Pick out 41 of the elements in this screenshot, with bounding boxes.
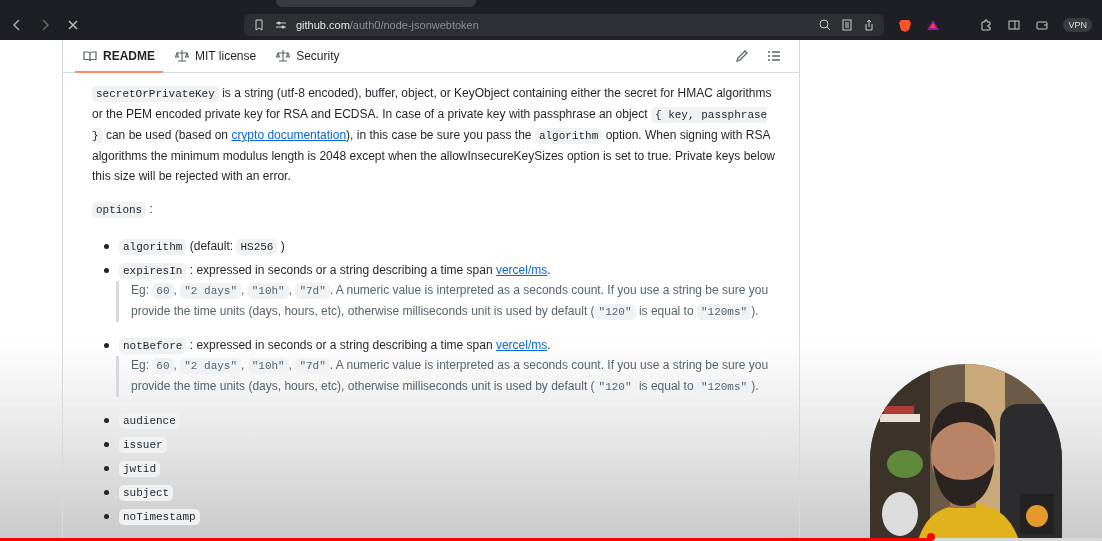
bookmark-icon[interactable] xyxy=(252,17,266,32)
tab[interactable]: MIT license xyxy=(167,40,265,73)
list-item-text: issuer xyxy=(119,434,167,455)
pencil-icon[interactable] xyxy=(735,49,749,63)
paragraph: options : xyxy=(92,199,779,220)
address-bar[interactable]: github.com/auth0/node-jsonwebtoken xyxy=(244,13,884,36)
share-icon[interactable] xyxy=(862,17,876,32)
bullet xyxy=(104,244,109,249)
list-item-text: algorithm (default: HS256 ) xyxy=(119,236,285,257)
list-item-text: noTimestamp xyxy=(119,506,200,527)
list-item-text: expiresIn : expressed in seconds or a string describing a time span vercel/ms. xyxy=(119,260,779,281)
scale-icon xyxy=(175,48,189,63)
sidebar-icon[interactable] xyxy=(1007,17,1022,32)
scrubber-handle[interactable] xyxy=(927,533,936,541)
bullet xyxy=(104,442,109,447)
note-text: Eg: 60 , "2 days" , "10h" , "7d" . A numeric value is interpreted as a seconds count. If you use a string be sure you provide the time units (days, hours, etc), otherwise milliseconds unit is used by default ( "120" is equal to "120ms" ). xyxy=(131,357,770,397)
list-item-text: subject xyxy=(119,482,174,503)
url-text: github.com/auth0/node-jsonwebtoken xyxy=(296,18,479,31)
zoom-icon[interactable] xyxy=(818,17,832,32)
tab[interactable]: README xyxy=(75,40,163,73)
book-icon xyxy=(83,48,97,63)
bullet xyxy=(104,514,109,519)
progress-bar[interactable] xyxy=(0,538,1102,541)
bullet xyxy=(104,268,109,273)
stop-icon[interactable] xyxy=(66,17,80,32)
bullet xyxy=(104,466,109,471)
paragraph: secretOrPrivateKey is a string (utf-8 encoded), buffer, object, or KeyObject containing either the secret for HMAC algorithms or the PEM encoded private key for RSA and ECDSA. In case of a private key with passphrase an object { key, passphrase } can be used (based on crypto documentation), in this case be sure you pass the algorithm option. When signing with RSA algorithms the minimum modulus length is 2048 except when the allowInsecureKeySizes option is set to true. Private keys below this size will be rejected with an error. xyxy=(92,85,776,185)
reader-icon[interactable] xyxy=(840,17,854,32)
vpn-button[interactable]: VPN xyxy=(1063,17,1092,32)
bullet xyxy=(104,490,109,495)
link[interactable]: crypto documentation xyxy=(231,128,347,142)
bullet xyxy=(104,418,109,423)
tab[interactable]: Security xyxy=(268,40,348,73)
bullet xyxy=(104,343,109,348)
list-icon[interactable] xyxy=(767,49,781,63)
note-text: Eg: 60 , "2 days" , "10h" , "7d" . A numeric value is interpreted as a seconds count. If you use a string be sure you provide the time units (days, hours, etc), otherwise milliseconds unit is used by default ( "120" is equal to "120ms" ). xyxy=(131,282,770,322)
list-item-text: notBefore : expressed in seconds or a string describing a time span vercel/ms. xyxy=(119,335,779,356)
scale-icon xyxy=(276,48,291,63)
list-item-text: audience xyxy=(119,410,180,431)
extensions-icon[interactable] xyxy=(979,17,994,32)
list-item-text: jwtid xyxy=(119,458,160,479)
